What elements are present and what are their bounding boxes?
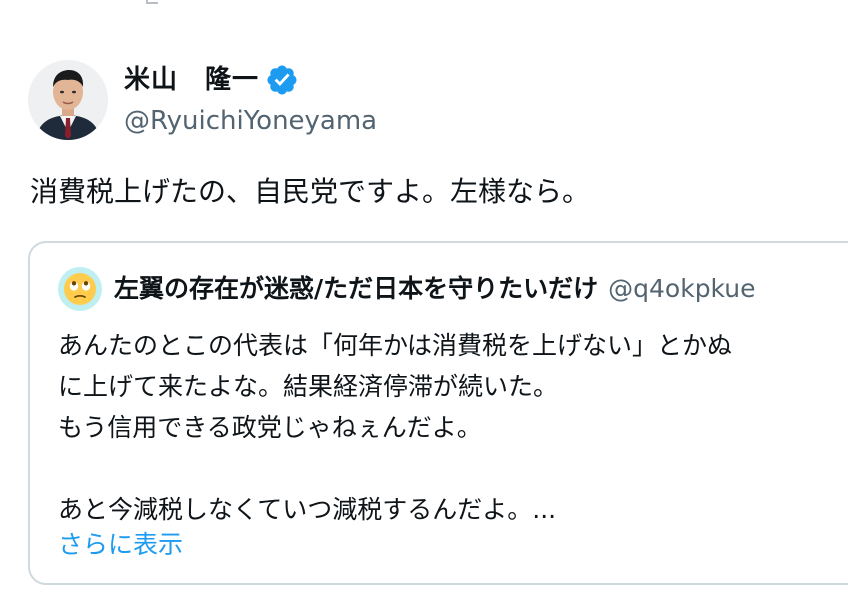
tweet-view: 米山 隆一 @RyuichiYoneyama 消費税上げたの、自民党ですよ。左様…	[0, 0, 848, 602]
author-name-row: 米山 隆一	[124, 60, 524, 100]
quoted-author-avatar[interactable]	[58, 267, 102, 311]
author-display-name[interactable]: 米山 隆一	[124, 60, 259, 100]
quoted-text-line: に上げて来たよな。結果経済停滞が続いた。	[58, 372, 559, 401]
quoted-author-handle[interactable]: @q4okpkue	[608, 267, 755, 311]
quoted-text-line: あんたのとこの代表は「何年かは消費税を上げない」とかぬ	[58, 331, 733, 360]
thread-connector	[146, 0, 158, 4]
author-avatar[interactable]	[28, 60, 108, 140]
quoted-author-name[interactable]: 左翼の存在が迷惑/ただ日本を守りたいだけ	[114, 267, 598, 311]
quoted-text-line: あと今減税しなくていつ減税するんだよ。...	[58, 495, 557, 524]
author-handle[interactable]: @RyuichiYoneyama	[124, 102, 524, 140]
quoted-text-blank-line	[58, 448, 732, 489]
quoted-tweet-body: あんたのとこの代表は「何年かは消費税を上げない」とかぬ に上げて来たよな。結果経…	[58, 325, 732, 530]
quoted-tweet-card[interactable]: 左翼の存在が迷惑/ただ日本を守りたいだけ @q4okpkue あんたのとこの代表…	[28, 241, 848, 585]
quoted-text-line: もう信用できる政党じゃねぇんだよ。	[58, 413, 482, 442]
quoted-tweet-header: 左翼の存在が迷惑/ただ日本を守りたいだけ @q4okpkue	[58, 267, 756, 311]
face-with-rolling-eyes-emoji-icon	[64, 273, 96, 305]
person-avatar-icon	[28, 60, 108, 140]
show-more-link[interactable]: さらに表示	[58, 525, 183, 565]
verified-badge-icon[interactable]	[265, 63, 299, 97]
author-block: 米山 隆一 @RyuichiYoneyama	[124, 60, 524, 140]
tweet-text: 消費税上げたの、自民党ですよ。左様なら。	[30, 175, 591, 208]
